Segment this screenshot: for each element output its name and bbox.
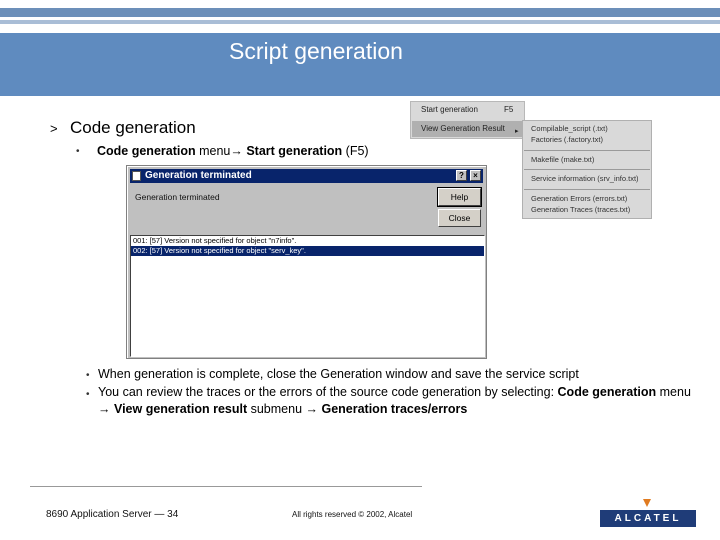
- arrow-icon: →: [305, 402, 319, 416]
- text-review: You can review the traces or the errors …: [98, 385, 558, 399]
- slide-title: Script generation: [229, 38, 403, 64]
- alcatel-logo: ALCATEL: [600, 510, 696, 527]
- message-list[interactable]: 001: [57] Version not specified for obje…: [130, 235, 485, 357]
- list-item-selected[interactable]: 002: [57] Version not specified for obje…: [131, 246, 484, 256]
- bold-generation-traces-errors: Generation traces/errors: [318, 402, 468, 416]
- submenu-item-generation-errors[interactable]: Generation Errors (errors.txt): [531, 194, 627, 203]
- menu-item-view-generation-result[interactable]: View Generation Result: [412, 121, 524, 137]
- arrow-icon: →: [98, 402, 111, 416]
- window-icon: [132, 171, 141, 181]
- bullet-review-traces: You can review the traces or the errors …: [98, 384, 698, 418]
- header-stripe-thin: [0, 20, 720, 24]
- submenu-item-factories[interactable]: Factories (.factory.txt): [531, 135, 603, 144]
- help-icon[interactable]: ?: [456, 170, 467, 181]
- dialog-message: Generation terminated: [135, 192, 220, 202]
- menu-separator: [524, 189, 650, 190]
- menu-separator: [524, 150, 650, 151]
- close-button[interactable]: Close: [438, 209, 481, 227]
- bullet-close-window: When generation is complete, close the G…: [98, 367, 579, 381]
- header-stripe: [0, 8, 720, 17]
- shortcut-f5: F5: [504, 105, 514, 114]
- help-button[interactable]: Help: [437, 187, 482, 207]
- view-generation-result-submenu: Compilable_script (.txt) Factories (.fac…: [522, 120, 652, 219]
- bold-code-generation: Code generation: [557, 385, 657, 399]
- text-menu: menu: [195, 144, 231, 158]
- generation-dialog: Generation terminated ? × Generation ter…: [126, 165, 487, 359]
- logo-mark-icon: [643, 499, 651, 507]
- close-icon[interactable]: ×: [470, 170, 481, 181]
- submenu-item-generation-traces[interactable]: Generation Traces (traces.txt): [531, 205, 630, 214]
- section-heading: Code generation: [70, 118, 196, 137]
- code-generation-menu: Start generation F5 View Generation Resu…: [410, 101, 525, 139]
- submenu-item-service-information[interactable]: Service information (srv_info.txt): [531, 174, 639, 183]
- text-menu: menu: [656, 385, 691, 399]
- bullet-marker: •: [76, 146, 80, 157]
- list-item[interactable]: 001: [57] Version not specified for obje…: [131, 236, 484, 246]
- dialog-title: Generation terminated: [130, 169, 483, 183]
- footer-copyright: All rights reserved © 2002, Alcatel: [292, 510, 413, 519]
- bold-code-generation: Code generation: [97, 144, 196, 158]
- bullet-marker: •: [86, 389, 90, 400]
- footer-page-label: 8690 Application Server — 34: [46, 509, 179, 520]
- submenu-item-compilable-script[interactable]: Compilable_script (.txt): [531, 124, 608, 133]
- menu-separator: [524, 169, 650, 170]
- submenu-item-makefile[interactable]: Makefile (make.txt): [531, 155, 594, 164]
- bold-start-generation: Start generation: [242, 144, 343, 158]
- bold-view-generation-result: View generation result: [110, 402, 248, 416]
- bullet-marker: •: [86, 370, 90, 381]
- submenu-arrow-icon: ▸: [515, 128, 519, 135]
- bullet-start-generation: Code generation menu→ Start generation (…: [97, 143, 369, 160]
- text-f5: (F5): [342, 144, 369, 158]
- footer-divider: [30, 486, 422, 487]
- text-submenu: submenu: [247, 402, 306, 416]
- menu-item-start-generation[interactable]: Start generation: [421, 105, 478, 114]
- section-marker: >: [50, 121, 58, 136]
- arrow-icon: →: [230, 144, 243, 158]
